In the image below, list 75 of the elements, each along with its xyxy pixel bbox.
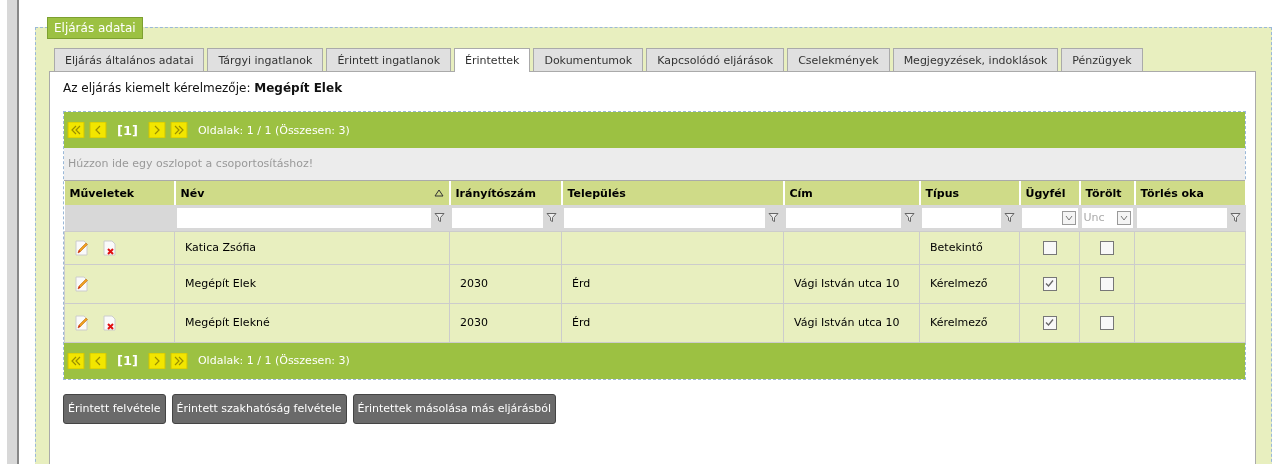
checkbox[interactable] (1042, 240, 1057, 255)
sort-ascending-icon (433, 189, 444, 197)
column-header[interactable]: Törlés oka (1134, 181, 1246, 205)
table-cell: Betekintő (930, 241, 983, 254)
table-cell: Megépít Elekné (185, 316, 270, 329)
first-page-icon[interactable] (67, 352, 85, 369)
filter-icon[interactable] (545, 212, 557, 224)
filter-icon[interactable] (433, 212, 445, 224)
table-cell: Megépít Elek (185, 277, 256, 290)
dropdown-caret-icon (1061, 210, 1076, 225)
current-page: [1] (117, 353, 138, 368)
edit-icon[interactable] (75, 275, 89, 292)
last-page-icon[interactable] (169, 352, 188, 369)
tab[interactable]: Tárgyi ingatlanok (207, 48, 324, 71)
action-button[interactable]: Érintett szakhatóság felvétele (171, 393, 347, 424)
tab[interactable]: Eljárás általános adatai (54, 48, 205, 71)
column-header[interactable]: Típus (919, 181, 1020, 205)
filter-dropdown[interactable] (1021, 207, 1078, 228)
column-header[interactable]: Irányítószám (449, 181, 562, 205)
filter-icon[interactable] (767, 212, 779, 224)
filter-field[interactable] (1136, 207, 1227, 228)
filter-icon[interactable] (903, 212, 915, 224)
table-cell: Vági István utca 10 (794, 277, 900, 290)
table-cell: Kérelmező (930, 277, 988, 290)
column-header[interactable]: Ügyfél (1019, 181, 1080, 205)
group-hint: Húzzon ide egy oszlopot a csoportosításhoz! (64, 148, 1245, 181)
edit-icon[interactable] (75, 314, 89, 331)
table-cell: Érd (572, 277, 591, 290)
delete-icon[interactable] (103, 239, 117, 256)
applicant-text: Az eljárás kiemelt kérelmezője: Megépít Elek (63, 81, 344, 95)
dropdown-caret-icon (1116, 210, 1131, 225)
section-legend: Eljárás adatai (47, 17, 143, 39)
checkbox[interactable] (1042, 315, 1057, 330)
tab[interactable]: Pénzügyek (1061, 48, 1143, 71)
table-cell: Vági István utca 10 (794, 316, 900, 329)
tab[interactable]: Cselekmények (787, 48, 890, 71)
table-cell: Érd (572, 316, 591, 329)
next-page-icon[interactable] (147, 352, 166, 369)
action-button[interactable]: Érintett felvétele (63, 393, 166, 424)
column-header[interactable]: Név (174, 181, 450, 205)
column-header[interactable]: Műveletek (64, 181, 175, 205)
filter-field[interactable] (176, 207, 431, 228)
page-info: Oldalak: 1 / 1 (Összesen: 3) (197, 123, 350, 137)
next-page-icon[interactable] (147, 122, 166, 138)
checkbox[interactable] (1100, 276, 1114, 291)
previous-page-icon[interactable] (89, 122, 107, 138)
page-info: Oldalak: 1 / 1 (Összesen: 3) (197, 354, 350, 367)
table-cell: Katica Zsófia (185, 241, 257, 254)
filter-icon[interactable] (1003, 212, 1015, 224)
tab[interactable]: Érintett ingatlanok (326, 48, 452, 71)
filter-field[interactable] (921, 207, 1001, 228)
delete-icon[interactable] (103, 314, 117, 331)
filter-field[interactable] (563, 207, 765, 228)
tab[interactable]: Kapcsolódó eljárások (646, 48, 785, 71)
tab[interactable]: Megjegyzések, indoklások (892, 48, 1059, 71)
column-header[interactable]: Cím (783, 181, 920, 205)
checkbox[interactable] (1042, 276, 1057, 291)
filter-field[interactable] (785, 207, 901, 228)
current-page: [1] (117, 122, 138, 138)
first-page-icon[interactable] (67, 122, 85, 138)
checkbox[interactable] (1100, 240, 1114, 255)
last-page-icon[interactable] (169, 122, 188, 138)
tab[interactable]: Dokumentumok (533, 48, 644, 71)
column-header[interactable]: Törölt (1079, 181, 1135, 205)
filter-field[interactable] (451, 207, 543, 228)
column-header[interactable]: Település (561, 181, 784, 205)
action-button[interactable]: Érintettek másolása más eljárásból (352, 393, 557, 424)
table-cell: 2030 (460, 316, 488, 329)
table-cell: Kérelmező (930, 316, 988, 329)
previous-page-icon[interactable] (89, 352, 107, 369)
checkbox[interactable] (1100, 315, 1114, 330)
table-cell: 2030 (460, 277, 488, 290)
edit-icon[interactable] (75, 239, 89, 256)
tab[interactable]: Érintettek (454, 48, 531, 72)
filter-icon[interactable] (1229, 212, 1241, 224)
